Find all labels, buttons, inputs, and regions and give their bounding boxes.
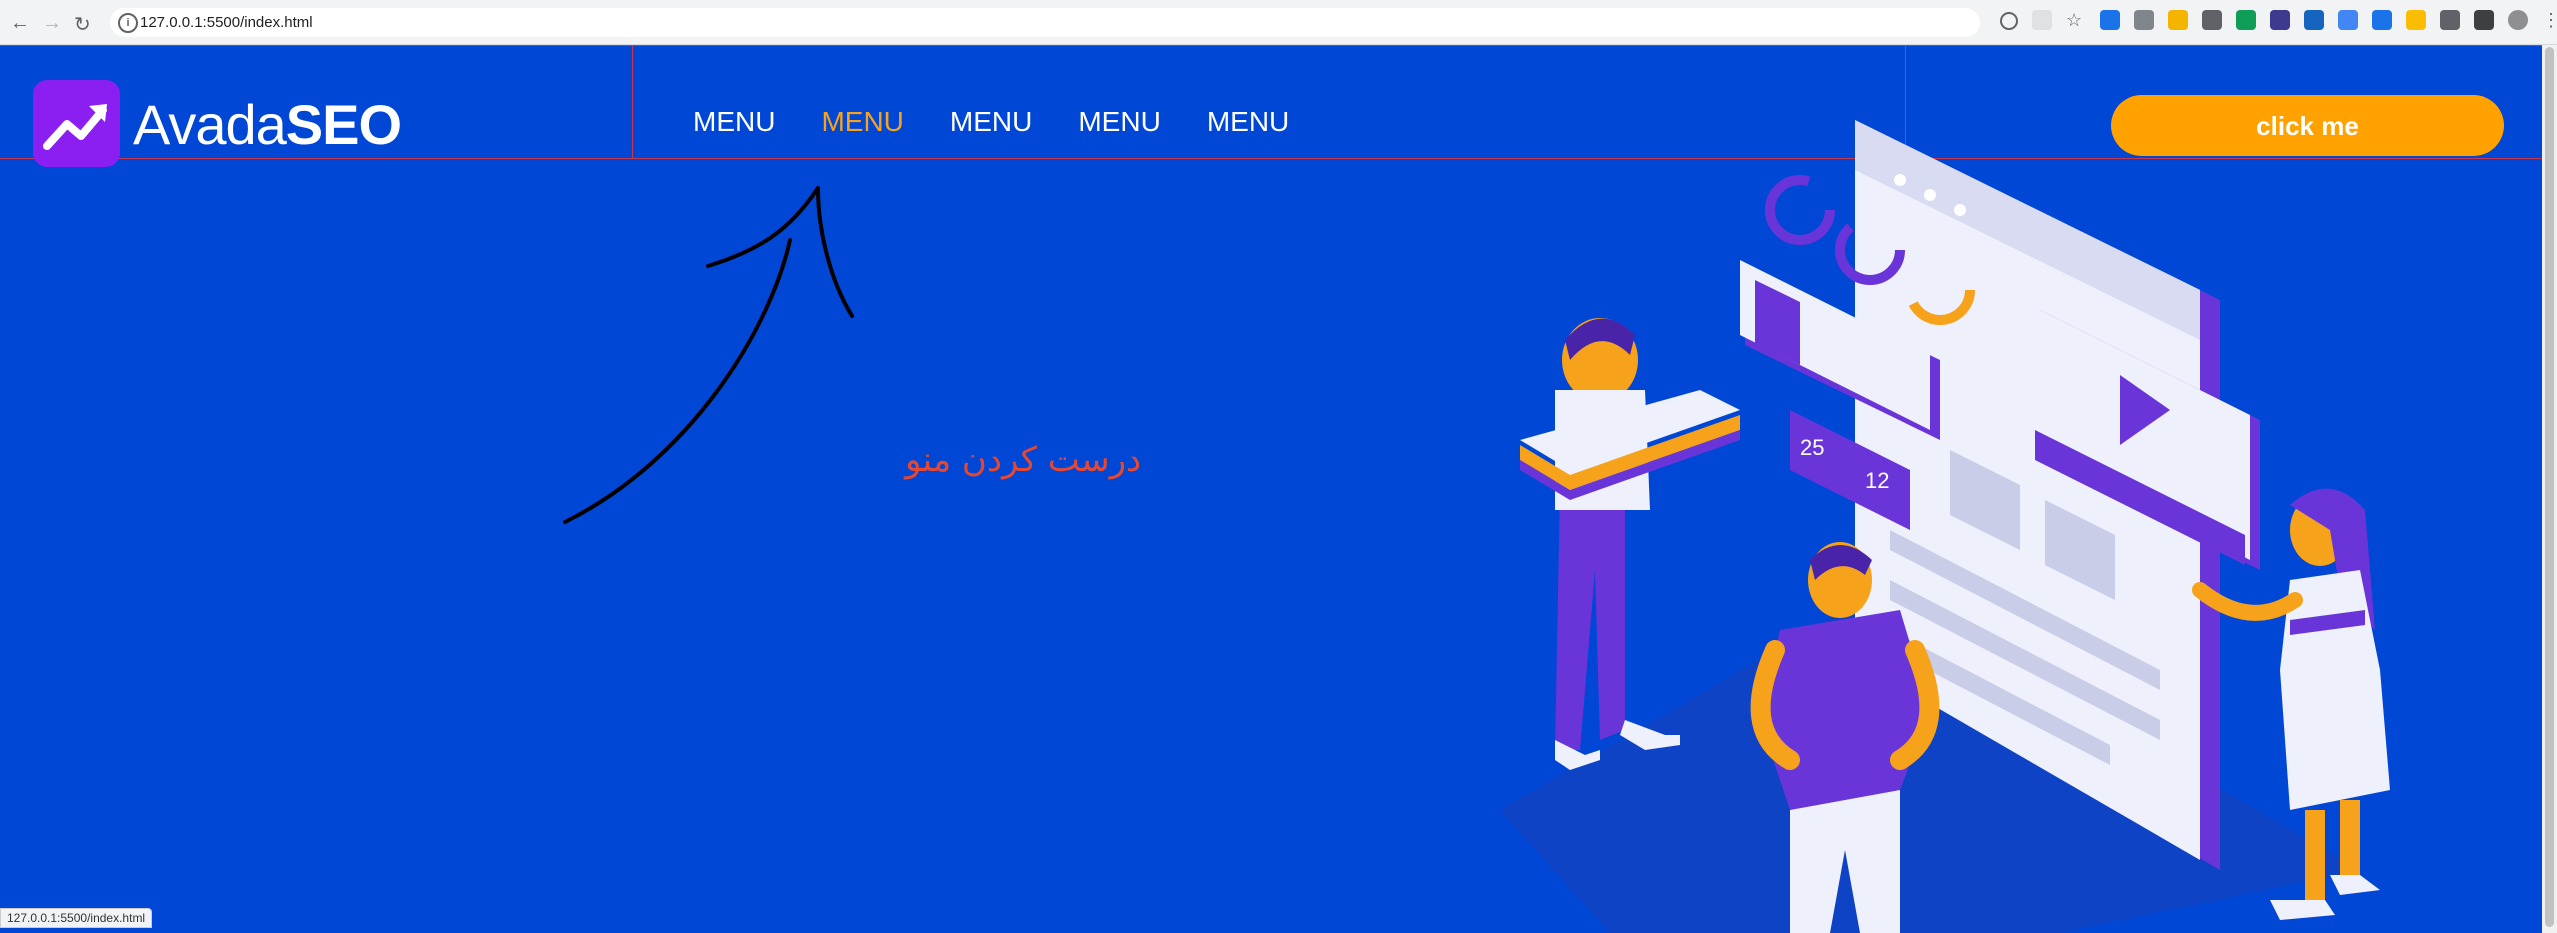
menu-item-active[interactable]: MENU xyxy=(821,106,903,138)
extension-icon-2[interactable] xyxy=(2134,10,2154,30)
hand-drawn-arrow-icon xyxy=(563,186,854,524)
profile-avatar[interactable] xyxy=(2508,10,2528,30)
status-bar-url: 127.0.0.1:5500/index.html xyxy=(0,908,153,928)
extension-icon-6[interactable] xyxy=(2270,10,2290,30)
logo[interactable] xyxy=(33,80,120,167)
back-arrow-icon[interactable]: ← xyxy=(10,12,30,35)
puzzle-icon[interactable] xyxy=(2440,10,2460,30)
menu-item[interactable]: MENU xyxy=(950,106,1032,138)
comments-count: 12 xyxy=(1865,468,1889,493)
likes-count: 25 xyxy=(1800,435,1824,460)
menu-item[interactable]: MENU xyxy=(1207,106,1289,138)
extension-icon-8[interactable] xyxy=(2338,10,2358,30)
annotation-text: درست کردن منو xyxy=(905,440,1142,480)
more-menu-icon[interactable]: ⋮ xyxy=(2542,10,2557,30)
header-top-outline xyxy=(0,45,2542,46)
share-icon[interactable] xyxy=(2032,10,2052,30)
nav-outline-left xyxy=(632,45,633,159)
extension-icons: ☆ ⋮ xyxy=(2000,10,2557,30)
site-info-icon[interactable]: i xyxy=(118,13,138,33)
scrollbar-thumb[interactable] xyxy=(2545,47,2554,927)
main-menu: MENU MENU MENU MENU MENU xyxy=(693,106,1289,138)
download-icon[interactable] xyxy=(2372,10,2392,30)
address-bar[interactable]: i 127.0.0.1:5500/index.html xyxy=(110,8,1980,37)
extension-icon-3[interactable] xyxy=(2168,10,2188,30)
extension-icon-5[interactable] xyxy=(2236,10,2256,30)
sidebar-icon[interactable] xyxy=(2474,10,2494,30)
extension-icon-4[interactable] xyxy=(2202,10,2222,30)
brand-name-light: Avada xyxy=(133,93,287,156)
brand-name[interactable]: AvadaSEO xyxy=(133,92,402,157)
trend-up-icon xyxy=(43,104,107,150)
scrollbar[interactable] xyxy=(2542,45,2557,933)
extension-icon-1[interactable] xyxy=(2100,10,2120,30)
address-bar-url: 127.0.0.1:5500/index.html xyxy=(140,14,313,31)
zoom-icon[interactable] xyxy=(2000,12,2018,30)
reload-icon[interactable]: ↻ xyxy=(74,12,91,37)
menu-item[interactable]: MENU xyxy=(693,106,775,138)
extension-icon-7[interactable] xyxy=(2304,10,2324,30)
star-icon[interactable]: ☆ xyxy=(2066,10,2086,30)
extension-icon-9[interactable] xyxy=(2406,10,2426,30)
menu-item[interactable]: MENU xyxy=(1078,106,1160,138)
brand-name-bold: SEO xyxy=(285,93,402,156)
forward-arrow-icon[interactable]: → xyxy=(42,12,62,35)
hero-illustration: 25 12 xyxy=(1500,120,2390,933)
browser-toolbar: ← → ↻ i 127.0.0.1:5500/index.html ☆ ⋮ xyxy=(0,0,2557,45)
